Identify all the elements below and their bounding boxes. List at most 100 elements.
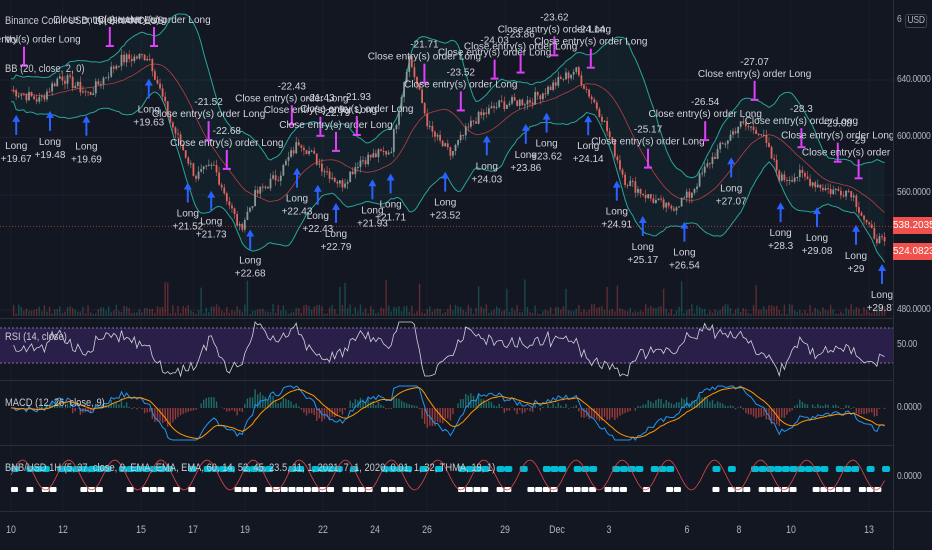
macd-histogram-bar [259,392,261,408]
macd-histogram-bar [262,395,264,408]
macd-histogram-bar [727,406,729,408]
macd-histogram-bar [226,408,228,412]
volume-bar [809,305,811,316]
volume-bar [131,312,133,316]
macd-histogram-bar [405,403,408,408]
price-chart[interactable]: Long+19.67Long+19.48Long+19.69Long+19.63… [0,0,893,512]
candle [20,94,23,96]
candle [38,96,41,102]
volume-bar [670,308,673,316]
volume-bar [231,309,233,316]
volume-legend[interactable]: Vol [5,34,18,47]
strategy-state-bar [249,487,257,492]
close-arrow-bar-icon [352,133,361,136]
macd-histogram-bar [716,401,719,408]
long-entry-profit: +27.07 [716,196,747,207]
pane-divider[interactable] [0,318,893,319]
symbol-title[interactable]: Binance Coin / USD, 1h, BINANCEUS [5,15,163,28]
close-exit-label: Close entry(s) order Long [781,131,893,142]
volume-bar [318,304,321,316]
volume-bar [262,308,264,316]
macd-histogram-bar [205,398,207,408]
candle [870,224,873,228]
candle [356,167,359,169]
volume-bar [817,309,819,316]
candle [228,201,231,206]
strategy-state-bar [527,487,535,492]
volume-bar [172,304,174,316]
currency-button[interactable]: USD [905,14,928,28]
candle [698,173,701,187]
bb-legend[interactable]: BB (20, close, 2, 0) [5,63,85,76]
pane-divider[interactable] [0,445,893,446]
candle [513,97,516,101]
long-entry-profit: +29.87 [867,303,893,314]
candle [829,188,832,194]
candle [726,140,729,144]
macd-histogram-bar [172,408,174,423]
time-axis-label: 17 [188,524,198,536]
candle [303,147,305,151]
volume-bar [578,304,580,316]
macd-histogram-bar [616,408,619,418]
candle [336,181,339,184]
volume-bar [354,307,357,316]
volume-bar [567,310,570,316]
candle [660,198,662,200]
candle [547,86,549,95]
macd-histogram-bar [375,405,377,408]
strategy-state-bar [80,487,88,492]
pane-divider[interactable] [0,380,893,381]
volume-bar [783,304,786,316]
macd-histogram-bar [531,408,534,413]
candle [490,106,493,109]
macd-histogram-bar [858,408,860,415]
strategy-signal-bar [781,466,790,472]
volume-bar [477,286,480,316]
candle [778,170,781,181]
candle [76,81,79,87]
candle [711,156,714,164]
volume-bar [177,305,179,316]
candle [92,93,95,96]
rsi-tick: 50.00 [897,339,918,350]
candle [814,182,817,188]
macd-histogram-bar [426,408,428,428]
strategy-state-bar [388,487,396,492]
long-arrow-head-icon [612,180,621,188]
candle [801,169,804,174]
strategy-state-bar [142,487,150,492]
volume-bar [113,310,115,316]
volume-bar [267,311,269,316]
macd-histogram-bar [298,406,300,408]
candle [426,113,429,127]
macd-histogram-bar [583,408,585,418]
strategy-tick: 0.0000 [897,471,922,482]
volume-bar [498,308,500,316]
time-axis[interactable]: 10 12 15 17 19 22 24 26 29 Dec 3 6 8 10 13 [0,512,932,550]
volume-bar [51,313,53,316]
volume-bar [115,304,118,316]
candle [12,90,15,92]
candle [708,163,711,165]
volume-bar [588,309,590,316]
macd-histogram-bar [452,408,454,415]
macd-histogram-bar [629,408,631,412]
volume-bar [246,280,249,316]
macd-histogram-bar [208,397,210,408]
volume-bar [665,308,667,316]
candle [459,134,462,141]
strategy-signal-bar [504,466,513,472]
candle [495,107,498,109]
volume-bar [323,313,326,316]
macd-histogram-bar [400,400,403,408]
candle [338,180,341,184]
strategy-legend[interactable]: BNB/USD 1H (5, 37, close, 9, EMA, EMA, E… [5,462,495,475]
bb-basis-price-label: 524.0823 [893,243,932,260]
volume-bar [141,312,143,316]
macd-legend[interactable]: MACD (12, 26, close, 9) [5,397,105,410]
rsi-legend[interactable]: RSI (14, close) [5,331,67,344]
macd-histogram-bar [547,404,549,408]
candle [675,207,678,211]
volume-bar [624,310,626,316]
